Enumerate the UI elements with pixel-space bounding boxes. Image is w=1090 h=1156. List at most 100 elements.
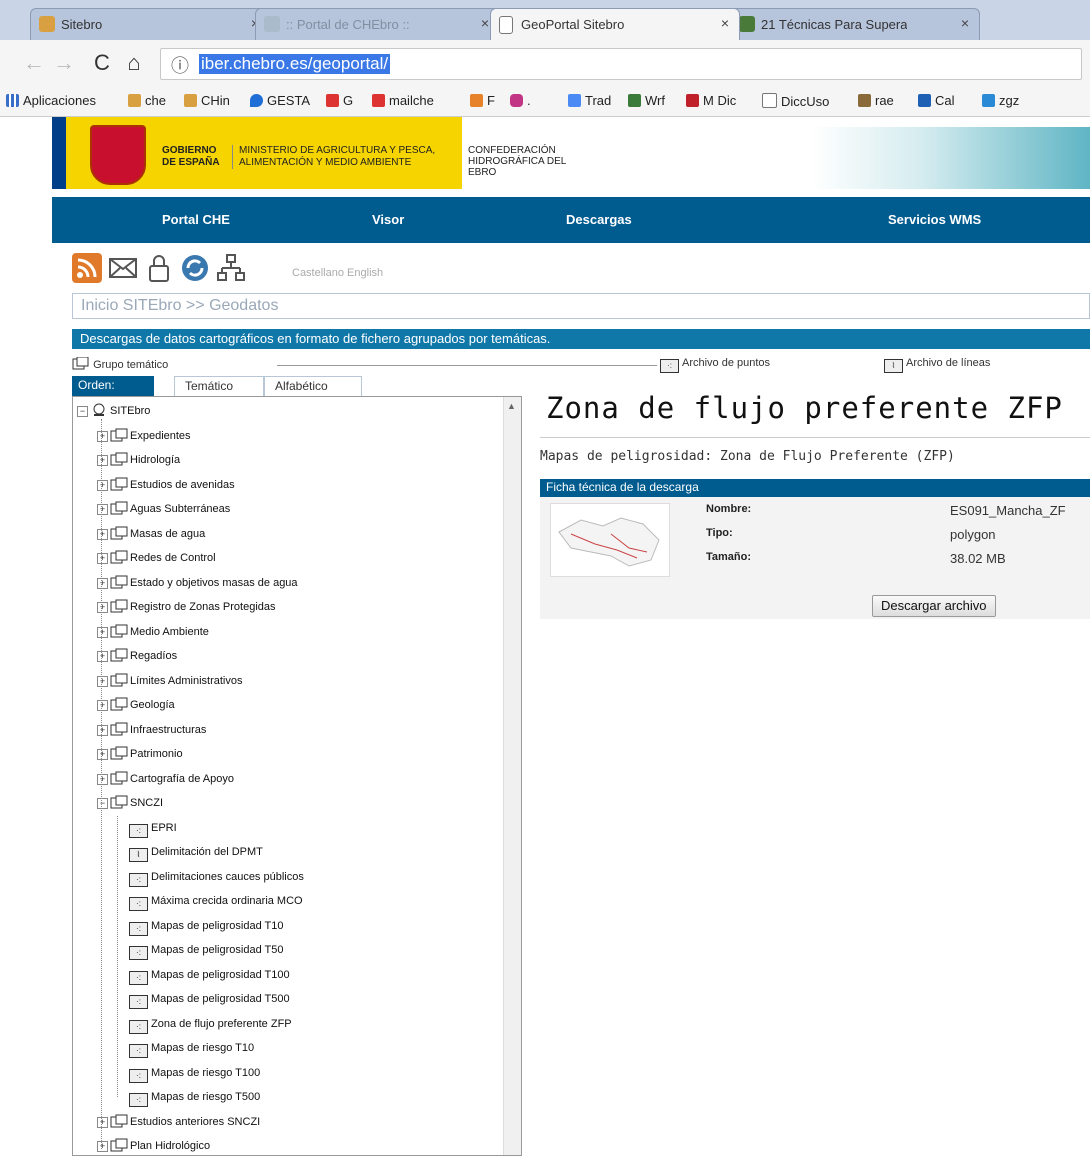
node-label[interactable]: Límites Administrativos <box>130 675 242 687</box>
node-label[interactable]: Mapas de riesgo T100 <box>151 1067 260 1079</box>
tab-close-icon[interactable]: × <box>721 15 729 31</box>
node-label[interactable]: Mapas de peligrosidad T500 <box>151 993 290 1005</box>
tree-layer[interactable]: ·: Mapas de peligrosidad T10 <box>129 918 284 936</box>
forward-icon[interactable]: → <box>52 50 76 76</box>
tree-layer[interactable]: ·: Mapas de peligrosidad T50 <box>129 942 284 960</box>
expand-icon[interactable]: + <box>97 700 108 711</box>
bookmark[interactable]: . <box>510 93 531 108</box>
tree-group[interactable]: + Geología <box>97 697 175 713</box>
node-label[interactable]: EPRI <box>151 822 177 834</box>
bookmark[interactable]: F <box>470 93 495 108</box>
expand-icon[interactable]: + <box>97 1141 108 1152</box>
home-icon[interactable]: ⌂ <box>122 50 146 76</box>
collapse-icon[interactable]: − <box>77 406 88 417</box>
tree-layer[interactable]: ·: Delimitaciones cauces públicos <box>129 869 304 887</box>
node-label[interactable]: Estado y objetivos masas de agua <box>130 577 298 589</box>
tab-alfabetico[interactable]: Alfabético <box>264 376 362 396</box>
tree-group[interactable]: + Infraestructuras <box>97 722 206 738</box>
mail-icon[interactable] <box>108 253 138 283</box>
node-label[interactable]: Estudios de avenidas <box>130 479 235 491</box>
bookmark[interactable]: Trad <box>568 93 611 108</box>
bookmark[interactable]: Wrf <box>628 93 665 108</box>
bookmark[interactable]: zgz <box>982 93 1019 108</box>
expand-icon[interactable]: + <box>97 626 108 638</box>
lock-icon[interactable] <box>144 253 174 283</box>
nav-visor[interactable]: Visor <box>372 212 404 227</box>
tree-group[interactable]: + Expedientes <box>97 428 191 444</box>
info-icon[interactable]: ⓘ <box>171 52 189 78</box>
node-label[interactable]: Mapas de peligrosidad T100 <box>151 969 290 981</box>
node-label[interactable]: Redes de Control <box>130 552 216 564</box>
tree-layer[interactable]: ·: Máxima crecida ordinaria MCO <box>129 893 303 911</box>
address-bar[interactable]: ⓘ iber.chebro.es/geoportal/ <box>160 48 1082 80</box>
tree-layer[interactable]: ·: Mapas de peligrosidad T100 <box>129 967 290 985</box>
tree-layer[interactable]: ·: Mapas de riesgo T100 <box>129 1065 260 1083</box>
node-label[interactable]: SNCZI <box>130 797 163 809</box>
node-label[interactable]: SITEbro <box>110 405 150 417</box>
tree-group[interactable]: + Patrimonio <box>97 746 183 762</box>
bookmark[interactable]: rae <box>858 93 894 108</box>
back-icon[interactable]: ← <box>22 50 46 76</box>
node-label[interactable]: Mapas de riesgo T500 <box>151 1091 260 1103</box>
tab-close-icon[interactable]: × <box>481 15 489 31</box>
expand-icon[interactable]: + <box>97 528 108 540</box>
tree-group[interactable]: + Medio Ambiente <box>97 624 209 640</box>
expand-icon[interactable]: + <box>97 724 108 736</box>
tree-layer[interactable]: ·: Zona de flujo preferente ZFP <box>129 1016 292 1034</box>
node-label[interactable]: Hidrología <box>130 454 180 466</box>
node-label[interactable]: Mapas de peligrosidad T50 <box>151 944 284 956</box>
expand-icon[interactable]: + <box>97 773 108 785</box>
node-label[interactable]: Masas de agua <box>130 528 205 540</box>
refresh-icon[interactable] <box>180 253 210 283</box>
tree-layer[interactable]: ·: EPRI <box>129 820 177 838</box>
node-label[interactable]: Aguas Subterráneas <box>130 503 230 515</box>
browser-tab[interactable]: 21 Técnicas Para Supera × <box>730 8 980 40</box>
bookmark[interactable]: mailche <box>372 93 434 108</box>
tree-group[interactable]: + Estudios anteriores SNCZI <box>97 1114 260 1130</box>
tree-group[interactable]: + Hidrología <box>97 452 180 468</box>
bookmark[interactable]: che <box>128 93 166 108</box>
node-label[interactable]: Zona de flujo preferente ZFP <box>151 1018 292 1030</box>
browser-tab-active[interactable]: GeoPortal Sitebro × <box>490 8 740 40</box>
tree-scrollbar[interactable]: ▲ <box>503 397 521 1155</box>
node-label[interactable]: Estudios anteriores SNCZI <box>130 1116 260 1128</box>
node-label[interactable]: Registro de Zonas Protegidas <box>130 601 276 613</box>
url-text[interactable]: iber.chebro.es/geoportal/ <box>199 54 391 74</box>
bookmark[interactable]: GESTA <box>250 93 310 108</box>
tree-group[interactable]: + Plan Hidrológico <box>97 1138 210 1154</box>
expand-icon[interactable]: + <box>97 602 108 613</box>
tree-layer[interactable]: ⌇ Delimitación del DPMT <box>129 844 263 862</box>
bookmark[interactable]: CHin <box>184 93 230 108</box>
rss-icon[interactable] <box>72 253 102 283</box>
bookmark[interactable]: M Dic <box>686 93 736 108</box>
node-label[interactable]: Medio Ambiente <box>130 626 209 638</box>
bookmark-apps[interactable]: Aplicaciones <box>6 93 96 108</box>
expand-icon[interactable]: + <box>97 577 108 589</box>
node-label[interactable]: Mapas de peligrosidad T10 <box>151 920 284 932</box>
expand-icon[interactable]: + <box>97 479 108 491</box>
node-label[interactable]: Mapas de riesgo T10 <box>151 1042 254 1054</box>
tab-tematico[interactable]: Temático <box>174 376 264 396</box>
node-label[interactable]: Regadíos <box>130 650 177 662</box>
browser-tab[interactable]: Sitebro × <box>30 8 270 40</box>
tree-layer[interactable]: ·: Mapas de peligrosidad T500 <box>129 991 290 1009</box>
breadcrumb[interactable]: Inicio SITEbro >> Geodatos <box>72 293 1090 319</box>
tree-group[interactable]: + Estudios de avenidas <box>97 477 235 493</box>
lang-english[interactable]: English <box>347 267 383 279</box>
nav-descargas[interactable]: Descargas <box>566 212 632 227</box>
tree-layer[interactable]: ·: Mapas de riesgo T500 <box>129 1089 260 1107</box>
reload-icon[interactable]: C <box>90 50 114 76</box>
collapse-icon[interactable]: − <box>97 798 108 809</box>
tab-close-icon[interactable]: × <box>961 15 969 31</box>
tree-group[interactable]: + Límites Administrativos <box>97 673 242 689</box>
node-label[interactable]: Cartografía de Apoyo <box>130 773 234 785</box>
expand-icon[interactable]: + <box>97 675 108 687</box>
tree-group[interactable]: + Masas de agua <box>97 526 205 542</box>
tree-layer[interactable]: ·: Mapas de riesgo T10 <box>129 1040 254 1058</box>
expand-icon[interactable]: + <box>97 553 108 564</box>
node-label[interactable]: Delimitaciones cauces públicos <box>151 871 304 883</box>
bookmark[interactable]: G <box>326 93 353 108</box>
sitemap-icon[interactable] <box>216 253 246 283</box>
node-label[interactable]: Geología <box>130 699 175 711</box>
bookmark[interactable]: DiccUso <box>762 93 829 109</box>
